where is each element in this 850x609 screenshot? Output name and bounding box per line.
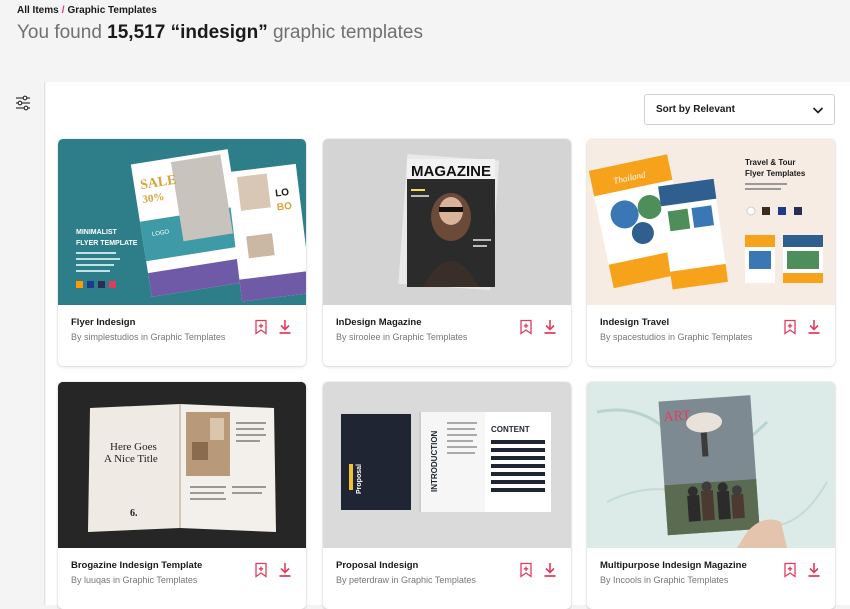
item-title[interactable]: Proposal Indesign bbox=[336, 560, 418, 571]
bookmark-add-icon[interactable] bbox=[254, 562, 268, 578]
bookmark-add-icon[interactable] bbox=[519, 562, 533, 578]
thumb-masthead: MAGAZINE bbox=[411, 163, 491, 180]
thumb-headline-2: FLYER TEMPLATE bbox=[76, 240, 138, 247]
item-thumbnail[interactable]: Here Goes A Nice Title 6. bbox=[58, 382, 306, 548]
download-icon[interactable] bbox=[278, 562, 292, 578]
bookmark-add-icon[interactable] bbox=[519, 319, 533, 335]
item-author-link[interactable]: By simplestudios in Graphic Templates bbox=[71, 332, 225, 342]
sort-label: Sort by Relevant bbox=[656, 104, 735, 115]
bookmark-add-icon[interactable] bbox=[254, 319, 268, 335]
thumb-right-text-2: BO bbox=[276, 201, 292, 214]
item-author-link[interactable]: By siroolee in Graphic Templates bbox=[336, 332, 467, 342]
thumb-toc-title: CONTENT bbox=[491, 425, 530, 434]
download-icon[interactable] bbox=[807, 562, 821, 578]
thumb-headline-1: MINIMALIST bbox=[76, 229, 118, 236]
thumb-headline-1: Here Goes bbox=[110, 441, 157, 453]
results-prefix: You found bbox=[17, 22, 102, 43]
chevron-down-icon bbox=[812, 107, 824, 114]
item-author-link[interactable]: By Incools in Graphic Templates bbox=[600, 575, 728, 585]
item-title[interactable]: InDesign Magazine bbox=[336, 317, 422, 328]
results-suffix: graphic templates bbox=[272, 22, 423, 43]
breadcrumb-all-items[interactable]: All Items bbox=[17, 5, 59, 16]
sliders-icon bbox=[16, 95, 30, 111]
thumb-headline-2: A Nice Title bbox=[104, 453, 158, 465]
thumb-heading-2: Flyer Templates bbox=[745, 169, 806, 178]
item-title[interactable]: Flyer Indesign bbox=[71, 317, 135, 328]
item-card: SALE 30% LOGO LO BO MINIMALIST FLYER TEM… bbox=[58, 139, 306, 366]
breadcrumb: All Items / Graphic Templates bbox=[17, 5, 157, 16]
page-header: All Items / Graphic Templates You found 15… bbox=[0, 0, 850, 82]
item-title[interactable]: Multipurpose Indesign Magazine bbox=[600, 560, 747, 571]
item-thumbnail[interactable]: SALE 30% LOGO LO BO MINIMALIST FLYER TEM… bbox=[58, 139, 306, 305]
item-title[interactable]: Indesign Travel bbox=[600, 317, 669, 328]
item-author: By simplestudios in Graphic Templates bbox=[71, 331, 241, 343]
download-icon[interactable] bbox=[807, 319, 821, 335]
item-author-link[interactable]: By peterdraw in Graphic Templates bbox=[336, 575, 476, 585]
thumb-page-number: 6. bbox=[130, 508, 138, 519]
item-author-link[interactable]: By spacestudios in Graphic Templates bbox=[600, 332, 752, 342]
bookmark-add-icon[interactable] bbox=[783, 319, 797, 335]
bookmark-add-icon[interactable] bbox=[783, 562, 797, 578]
item-author: By Incools in Graphic Templates bbox=[600, 574, 770, 586]
item-author-link[interactable]: By luuqas in Graphic Templates bbox=[71, 575, 197, 585]
download-icon[interactable] bbox=[543, 562, 557, 578]
page-title: You found 15,517 “indesign” graphic temp… bbox=[17, 22, 423, 44]
item-card: Proposal INTRODUCTION CONTENT Proposal I… bbox=[323, 382, 571, 609]
item-author: By peterdraw in Graphic Templates bbox=[336, 574, 506, 586]
item-author: By spacestudios in Graphic Templates bbox=[600, 331, 770, 343]
thumb-right-text-1: LO bbox=[275, 187, 290, 200]
item-card: ART Multipurpose Indesign Magazine By In… bbox=[587, 382, 835, 609]
item-thumbnail[interactable]: MAGAZINE bbox=[323, 139, 571, 305]
item-card: Thailand Travel & Tour Flyer Templates I… bbox=[587, 139, 835, 366]
item-thumbnail[interactable]: ART bbox=[587, 382, 835, 548]
item-title[interactable]: Brogazine Indesign Template bbox=[71, 560, 202, 571]
results-area: Sort by Relevant SALE 30% LOGO LO BO MIN… bbox=[46, 82, 850, 609]
item-thumbnail[interactable]: Thailand Travel & Tour Flyer Templates bbox=[587, 139, 835, 305]
filter-sidebar bbox=[0, 82, 45, 605]
thumb-spine-text: INTRODUCTION bbox=[430, 430, 439, 492]
thumb-heading-1: Travel & Tour bbox=[745, 158, 796, 167]
item-author: By siroolee in Graphic Templates bbox=[336, 331, 506, 343]
filter-toggle-button[interactable] bbox=[15, 95, 31, 111]
thumb-cover-title: Proposal bbox=[356, 464, 363, 494]
results-count: 15,517 bbox=[107, 22, 166, 43]
breadcrumb-separator: / bbox=[61, 5, 65, 16]
item-author: By luuqas in Graphic Templates bbox=[71, 574, 241, 586]
results-query: “indesign” bbox=[170, 22, 268, 43]
sort-dropdown[interactable]: Sort by Relevant bbox=[644, 94, 835, 125]
item-thumbnail[interactable]: Proposal INTRODUCTION CONTENT bbox=[323, 382, 571, 548]
item-card: MAGAZINE InDesign Magazine By siroolee i… bbox=[323, 139, 571, 366]
item-card: Here Goes A Nice Title 6. Brogazine Inde… bbox=[58, 382, 306, 609]
download-icon[interactable] bbox=[543, 319, 557, 335]
breadcrumb-graphic-templates[interactable]: Graphic Templates bbox=[67, 5, 156, 16]
download-icon[interactable] bbox=[278, 319, 292, 335]
